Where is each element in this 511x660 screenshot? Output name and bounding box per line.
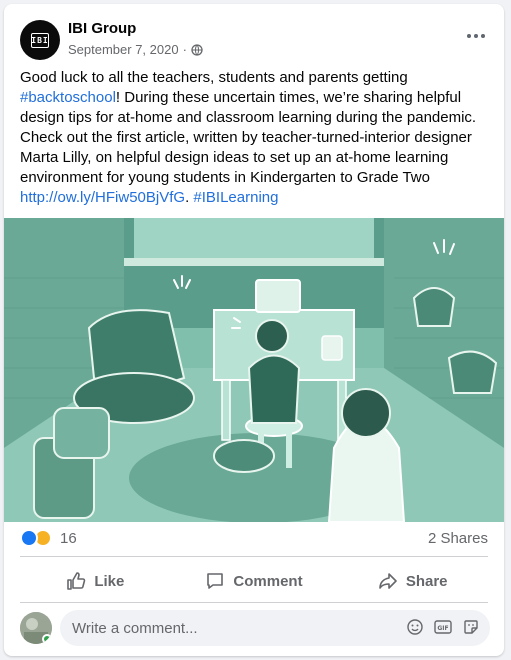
post-date[interactable]: September 7, 2020 [68,42,179,57]
comment-icon [207,573,224,589]
post-actions: Like Comment Share [16,562,492,600]
comment-tools: GIF [406,618,480,636]
share-button[interactable]: Share [333,562,492,600]
user-avatar[interactable] [20,612,52,644]
shares-count[interactable]: 2 Shares [428,530,488,547]
reactions-summary: 16 2 Shares [20,526,488,550]
share-arrow-icon [379,573,397,589]
globe-icon[interactable] [191,43,203,56]
reaction-count-button[interactable]: 16 [20,529,77,547]
online-status-dot [42,634,52,644]
sticker-icon[interactable] [462,618,480,636]
ibi-logo: IBI [31,32,49,48]
more-options-button[interactable] [462,24,490,48]
page-avatar[interactable]: IBI [20,20,60,60]
divider-bottom [20,602,488,603]
hashtag-ibilearning[interactable]: #IBILearning [193,189,278,206]
emoji-icon[interactable] [406,618,424,636]
post-photo[interactable] [4,218,504,522]
gif-icon[interactable]: GIF [434,618,452,636]
like-button[interactable]: Like [16,562,175,600]
hashtag-backtoschool[interactable]: #backtoschool [20,89,116,106]
comment-button[interactable]: Comment [175,562,334,600]
post-meta: September 7, 2020 · [68,42,203,57]
page-name[interactable]: IBI Group [68,20,136,37]
learning-room-illustration [4,218,504,522]
comment-composer: GIF [20,610,490,646]
divider-top [20,556,488,557]
thumbs-up-icon [67,572,86,590]
like-reaction-icon [20,529,38,547]
more-horizontal-icon [467,34,471,38]
post-header: IBI IBI Group September 7, 2020 · [4,4,504,66]
post-text: Good luck to all the teachers, students … [20,69,477,206]
reaction-count: 16 [60,529,77,547]
svg-text:GIF: GIF [437,625,448,632]
meta-separator: · [182,42,187,57]
post-card: IBI IBI Group September 7, 2020 · Good l… [4,4,504,656]
article-link[interactable]: http://ow.ly/HFiw50BjVfG [20,189,185,206]
